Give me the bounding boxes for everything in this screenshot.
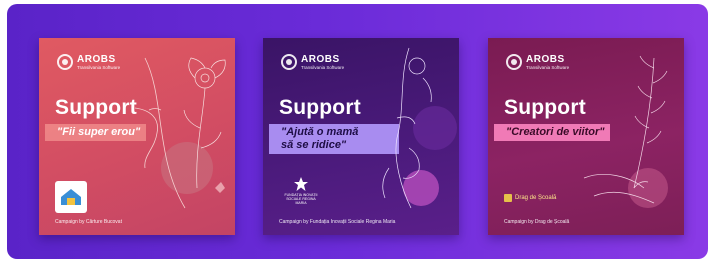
- star-logo-icon: [294, 177, 308, 191]
- arobs-logo: AROBS Transilvania Software: [506, 54, 569, 70]
- partner-logo: Drag de Școală: [504, 194, 556, 202]
- campaign-footer: Campaign by Cărture Bucovat: [55, 219, 122, 225]
- arobs-logo-icon: [281, 54, 297, 70]
- partner-name: FUNDAȚIA INOVAȚII SOCIALE REGINA MARIA: [284, 193, 318, 205]
- hand-leaves-illustration-icon: [583, 55, 668, 208]
- arobs-logo-icon: [506, 54, 522, 70]
- woman-line-art-illustration-icon: [382, 47, 457, 209]
- logo-name: AROBS: [526, 53, 565, 65]
- logo-name: AROBS: [301, 53, 340, 65]
- logo-tagline: Transilvania Software: [301, 64, 345, 70]
- campaign-gallery: AROBS Transilvania Software Support "Fii…: [7, 4, 708, 259]
- logo-tagline: Transilvania Software: [526, 64, 570, 70]
- partner-logo: FUNDAȚIA INOVAȚII SOCIALE REGINA MARIA: [281, 176, 321, 214]
- drag-de-scoala-logo-icon: [504, 194, 512, 202]
- partner-logo: [55, 181, 87, 213]
- arobs-logo-icon: [57, 54, 73, 70]
- partner-name: Drag de Școală: [515, 195, 557, 201]
- arobs-logo: AROBS Transilvania Software: [281, 54, 344, 70]
- campaign-card-super-erou[interactable]: AROBS Transilvania Software Support "Fii…: [39, 38, 235, 235]
- logo-name: AROBS: [77, 53, 116, 65]
- campaign-card-creatori-de-viitor[interactable]: AROBS Transilvania Software Support "Cre…: [488, 38, 684, 235]
- face-flower-illustration-icon: [134, 57, 226, 209]
- campaign-footer: Campaign by Fundația Inovații Sociale Re…: [279, 219, 396, 225]
- logo-tagline: Transilvania Software: [77, 64, 121, 70]
- arobs-logo: AROBS Transilvania Software: [57, 54, 120, 70]
- campaign-card-ajuta-o-mama[interactable]: AROBS Transilvania Software Support "Aju…: [263, 38, 459, 235]
- campaign-footer: Campaign by Drag de Școală: [504, 219, 570, 225]
- carture-logo-icon: [61, 189, 81, 205]
